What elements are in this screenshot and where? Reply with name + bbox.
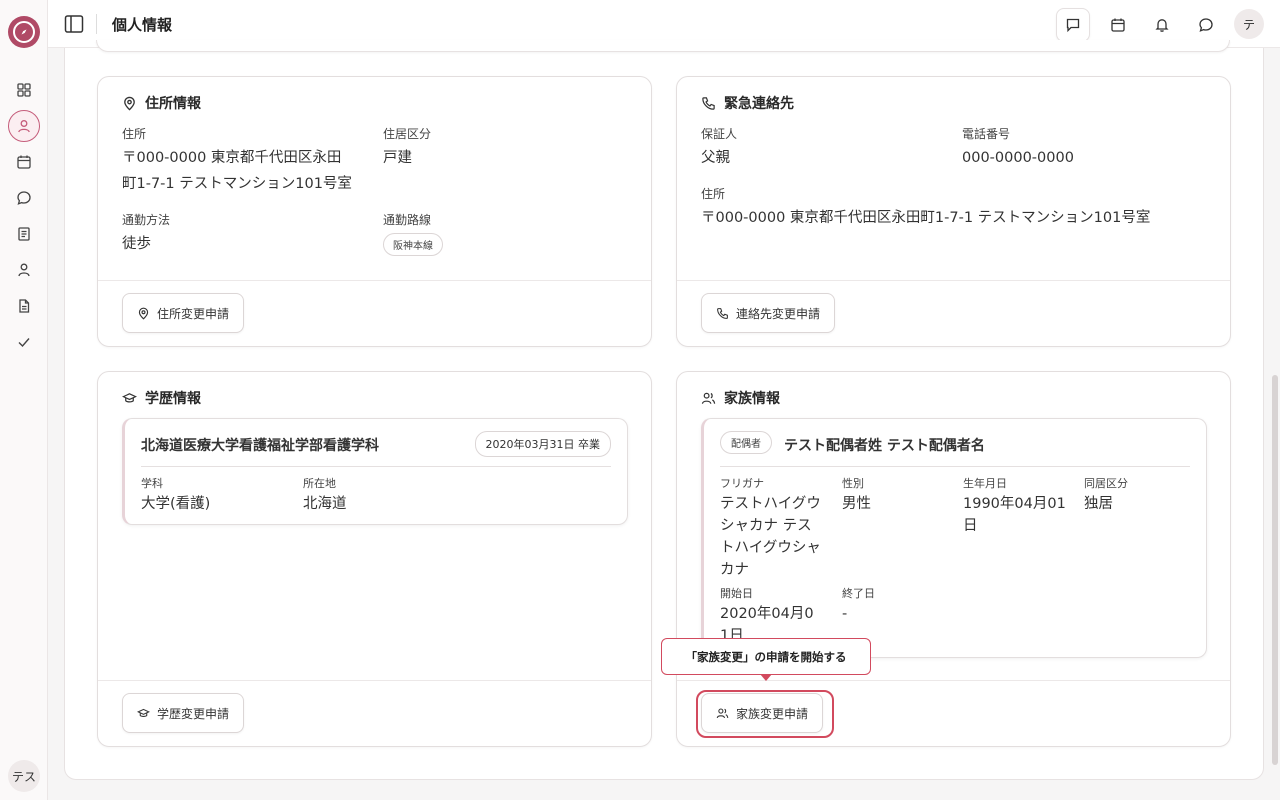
calendar-icon [17,155,31,169]
end-date-field: 終了日 - [842,587,875,622]
phone-field: 電話番号 000-0000-0000 [962,127,1074,166]
tooltip-arrow [760,674,772,681]
map-pin-icon [124,96,135,110]
chat-icon [17,191,31,205]
sidebar-item-personal-info[interactable] [8,110,40,142]
bell-icon [1155,19,1169,32]
sidebar-item-chat[interactable] [12,186,36,210]
graduation-date-badge: 2020年03月31日 卒業 [474,431,611,457]
location-field: 所在地 北海道 [303,477,347,512]
sidebar-toggle-icon[interactable] [64,14,84,34]
user-icon [18,263,30,277]
header-divider [96,14,97,34]
education-entry: 北海道医療大学看護福祉学部看護学科 2020年03月31日 卒業 学科 大学(看… [122,418,628,525]
address-line-1: 〒000-0000 東京都千代田区永田 [122,150,342,166]
map-pin-icon [138,307,149,320]
school-name: 北海道医療大学看護福祉学部看護学科 [141,438,379,454]
sidebar-item-check[interactable] [12,330,36,354]
sidebar-item-calendar[interactable] [12,150,36,174]
emergency-address-field: 住所 〒000-0000 東京都千代田区永田町1-7-1 テストマンション101… [701,187,1151,226]
person-icon [18,120,30,133]
address-change-button[interactable]: 住所変更申請 [122,293,245,333]
commute-method-field: 通勤方法 徒歩 [122,213,171,252]
file-icon [19,299,30,313]
entry-divider [720,466,1190,467]
address-field: 住所 〒000-0000 東京都千代田区永田 町1-7-1 テストマンション10… [122,125,352,197]
user-avatar[interactable]: テ [1234,9,1264,39]
route-tag: 阪神本線 [383,233,443,256]
family-member-entry: 配偶者 テスト配偶者姓 テスト配偶者名 フリガナ テストハイグウ シャカナ テス… [701,418,1207,658]
relation-badge: 配偶者 [720,431,772,454]
scrollbar[interactable] [1272,375,1278,765]
phone-icon [702,96,715,110]
calendar-button[interactable] [1101,8,1135,42]
residence-type-field: 住居区分 戸建 [383,127,432,166]
address-card: 住所情報 住所 〒000-0000 東京都千代田区永田 町1-7-1 テストマン… [97,76,652,347]
education-card: 学歴情報 北海道医療大学看護福祉学部看護学科 2020年03月31日 卒業 学科… [97,371,652,747]
member-name: テスト配偶者姓 テスト配偶者名 [784,438,985,454]
cohabitation-field: 同居区分 独居 [1084,477,1128,512]
family-change-highlight [696,690,834,738]
calendar-icon [1111,18,1125,32]
address-line-2: 町1-7-1 テストマンション101号室 [122,176,352,192]
address-card-title: 住所情報 [122,93,201,113]
compass-icon [13,21,35,43]
emergency-contact-card: 緊急連絡先 保証人 父親 電話番号 000-0000-0000 住所 〒000-… [676,76,1231,347]
family-card-title: 家族情報 [701,388,780,408]
document-icon [18,227,30,241]
kana-field: フリガナ テストハイグウ シャカナ テス トハイグウシャ カナ [720,477,821,578]
previous-card-bottom [96,40,1230,52]
birthdate-field: 生年月日 1990年04月01 日 [963,477,1066,534]
address-card-footer: 住所変更申請 [98,280,651,346]
page-title: 個人情報 [112,16,173,34]
sidebar-item-user[interactable] [12,258,36,282]
user-avatar-bottom[interactable]: テス [8,760,40,792]
education-card-title: 学歴情報 [122,388,201,408]
dashboard-icon [17,83,31,97]
education-change-button[interactable]: 学歴変更申請 [122,693,245,733]
department-field: 学科 大学(看護) [141,477,211,512]
gender-field: 性別 男性 [842,477,871,512]
emergency-card-footer: 連絡先変更申請 [677,280,1230,346]
message-square-icon [1066,18,1080,33]
education-card-footer: 学歴変更申請 [98,680,651,746]
phone-icon [717,307,728,319]
feedback-button[interactable] [1056,8,1090,42]
check-icon [18,338,30,348]
sidebar-item-file[interactable] [12,294,36,318]
family-change-tooltip: 「家族変更」の申請を開始する [661,638,871,675]
app-logo[interactable] [8,16,40,48]
emergency-card-title: 緊急連絡先 [701,93,794,113]
graduation-cap-icon [122,392,137,403]
entry-divider [141,466,611,467]
sidebar: テス [0,0,48,800]
notification-button[interactable] [1145,8,1179,42]
sidebar-item-document[interactable] [12,222,36,246]
guarantor-field: 保証人 父親 [701,127,738,166]
commute-route-field: 通勤路線 阪神本線 [383,211,443,256]
contact-change-button[interactable]: 連絡先変更申請 [701,293,836,333]
users-icon [701,392,716,404]
sidebar-item-dashboard[interactable] [12,78,36,102]
chat-button[interactable] [1189,8,1223,42]
chat-icon [1199,18,1213,32]
graduation-cap-icon [137,708,150,717]
